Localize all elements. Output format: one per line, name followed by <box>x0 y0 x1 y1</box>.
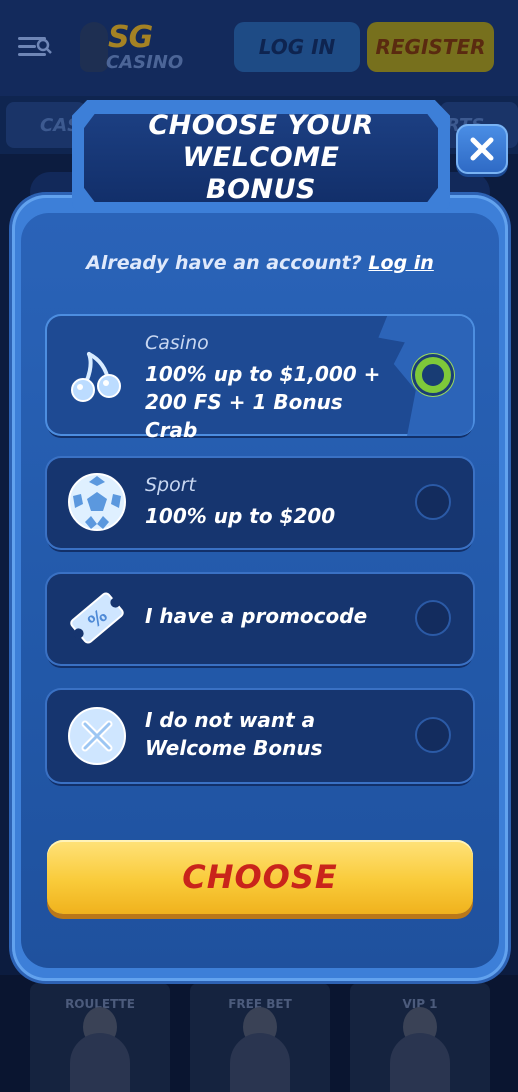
close-button[interactable] <box>456 124 508 174</box>
radio-unselected[interactable] <box>415 484 451 520</box>
radio-unselected[interactable] <box>415 600 451 636</box>
bonus-option-none[interactable]: I do not want a Welcome Bonus <box>47 690 473 782</box>
login-link[interactable]: Log in <box>368 252 433 274</box>
penguin-mascot-icon <box>80 22 108 72</box>
no-bonus-icon <box>67 706 127 766</box>
soccer-ball-icon <box>67 472 127 532</box>
menu-icon[interactable] <box>18 34 52 60</box>
modal-title-plaque: CHOOSE YOUR WELCOME BONUS <box>84 114 438 202</box>
choose-button-label: CHOOSE <box>182 858 338 896</box>
game-grid: ROULETTE FREE BET VIP 1 <box>0 975 518 1092</box>
bonus-option-promocode[interactable]: % I have a promocode <box>47 574 473 664</box>
header-login-button[interactable]: LOG IN <box>234 22 360 72</box>
option-category: Sport <box>145 474 197 496</box>
radio-unselected[interactable] <box>415 717 451 753</box>
close-icon <box>470 137 494 161</box>
account-prompt: Already have an account? Log in <box>21 252 499 274</box>
coupon-icon: % <box>67 588 127 648</box>
logo-text-sg: SG <box>108 20 153 55</box>
account-prompt-text: Already have an account? <box>86 252 362 274</box>
logo-text-casino: CASINO <box>106 52 184 73</box>
choose-button[interactable]: CHOOSE <box>47 840 473 914</box>
option-description: 100% up to $1,000 + 200 FS + 1 Bonus Cra… <box>145 362 381 442</box>
game-card[interactable]: ROULETTE <box>30 983 170 1092</box>
cherries-icon <box>67 344 127 404</box>
option-description: I have a promocode <box>145 604 368 628</box>
bonus-option-casino[interactable]: Casino 100% up to $1,000 + 200 FS + 1 Bo… <box>47 316 473 442</box>
option-description: I do not want a Welcome Bonus <box>145 708 323 760</box>
game-card[interactable]: FREE BET <box>190 983 330 1092</box>
header-register-button[interactable]: REGISTER <box>367 22 494 72</box>
game-card[interactable]: VIP 1 <box>350 983 490 1092</box>
modal-title: CHOOSE YOUR WELCOME BONUS <box>148 110 374 205</box>
site-logo[interactable]: SG CASINO <box>80 14 200 78</box>
bonus-option-sport[interactable]: Sport 100% up to $200 <box>47 458 473 548</box>
option-category: Casino <box>145 332 209 354</box>
radio-selected[interactable] <box>415 357 451 393</box>
site-header: SG CASINO LOG IN REGISTER <box>0 0 518 96</box>
option-description: 100% up to $200 <box>145 504 336 528</box>
